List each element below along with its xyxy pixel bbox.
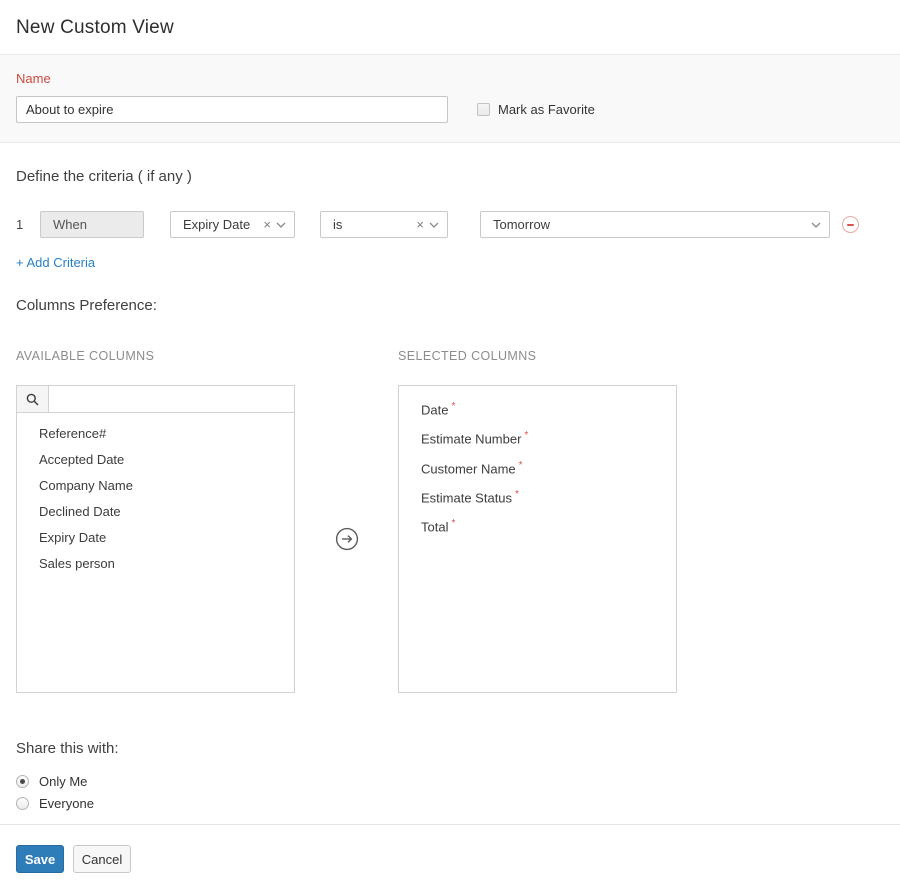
required-marker: * (451, 401, 456, 412)
available-column-item[interactable]: Accepted Date (17, 447, 294, 473)
chevron-down-icon (274, 222, 294, 228)
available-column-item[interactable]: Company Name (17, 473, 294, 499)
share-heading: Share this with: (16, 740, 119, 757)
add-criteria-link[interactable]: + Add Criteria (16, 255, 95, 270)
criteria-value-select[interactable]: Tomorrow (480, 211, 830, 238)
criteria-comparator-select[interactable]: is × (320, 211, 448, 238)
cancel-button[interactable]: Cancel (73, 845, 131, 873)
required-marker: * (524, 430, 529, 442)
share-option[interactable]: Only Me (16, 770, 884, 792)
selected-column-item[interactable]: Date * (399, 394, 676, 423)
remove-criteria-button[interactable] (842, 216, 859, 233)
selected-columns-label: SELECTED COLUMNS (398, 349, 537, 363)
available-column-item[interactable]: Declined Date (17, 499, 294, 525)
column-search-input[interactable] (49, 386, 294, 412)
page-header: New Custom View (0, 0, 900, 55)
radio-icon[interactable] (16, 774, 29, 788)
chevron-down-icon (809, 222, 829, 228)
available-columns-label: AVAILABLE COLUMNS (16, 349, 155, 363)
view-name-input[interactable] (16, 96, 448, 123)
selected-column-item[interactable]: Estimate Status * (399, 482, 676, 511)
name-label: Name (16, 71, 51, 86)
required-marker: * (515, 488, 519, 500)
share-option[interactable]: Everyone (16, 792, 884, 814)
radio-icon[interactable] (16, 796, 29, 810)
available-column-item[interactable]: Sales person (17, 551, 294, 577)
when-box: When (40, 211, 144, 238)
favorite-label: Mark as Favorite (498, 102, 595, 117)
selected-column-item[interactable]: Total * (399, 511, 676, 540)
selected-columns-panel: Date * Estimate Number * Customer Name * Es… (398, 385, 677, 693)
criteria-field-select[interactable]: Expiry Date × (170, 211, 295, 238)
available-column-item[interactable]: Reference# (17, 421, 294, 447)
available-columns-list: Reference# Accepted Date Company Name De… (17, 413, 294, 577)
mark-as-favorite[interactable]: Mark as Favorite (477, 102, 595, 117)
available-columns-panel: Reference# Accepted Date Company Name De… (16, 385, 295, 693)
favorite-checkbox[interactable] (477, 103, 490, 116)
columns-preference-heading: Columns Preference: (16, 297, 157, 314)
name-section: Name Mark as Favorite (0, 55, 900, 143)
footer-divider (0, 824, 900, 825)
clear-comparator-icon[interactable]: × (413, 218, 427, 231)
move-right-button[interactable] (335, 527, 359, 551)
share-options: Only Me Everyone (16, 770, 884, 814)
criteria-heading: Define the criteria ( if any ) (16, 168, 192, 185)
arrow-right-circle-icon (335, 527, 358, 551)
selected-column-item[interactable]: Estimate Number * (399, 423, 676, 452)
available-column-item[interactable]: Expiry Date (17, 525, 294, 551)
chevron-down-icon (427, 222, 447, 228)
required-marker: * (451, 518, 456, 530)
search-icon (17, 386, 49, 412)
required-marker: * (518, 459, 523, 471)
selected-columns-list: Date * Estimate Number * Customer Name * Es… (399, 386, 676, 541)
page-title: New Custom View (16, 17, 174, 38)
save-button[interactable]: Save (16, 845, 64, 873)
selected-column-item[interactable]: Customer Name * (399, 453, 676, 482)
criteria-row-number: 1 (16, 217, 24, 232)
criteria-row: 1 When Expiry Date × is × Tomorrow (16, 211, 884, 238)
clear-field-icon[interactable]: × (260, 218, 274, 231)
